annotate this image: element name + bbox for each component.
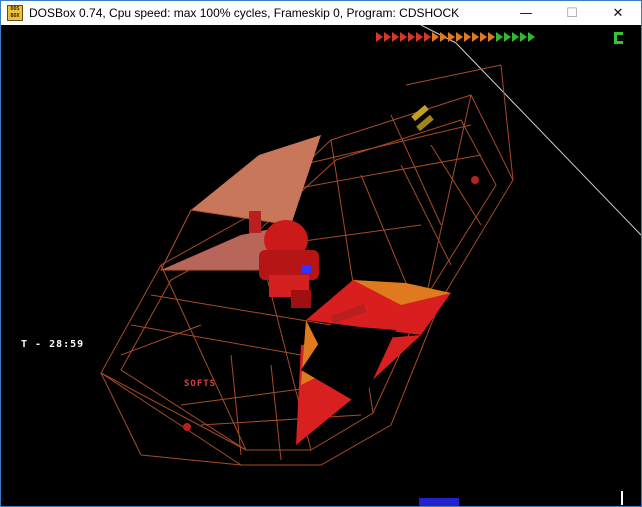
power-chevron [408,32,415,42]
power-chevron [496,32,503,42]
power-chevron [400,32,407,42]
maximize-button[interactable]: ☐ [549,1,595,25]
power-chevron [392,32,399,42]
window-title: DOSBox 0.74, Cpu speed: max 100% cycles,… [29,6,460,20]
dosbox-app-icon[interactable]: DOS BOX [7,5,23,21]
power-chevron [384,32,391,42]
player-car [259,220,319,308]
right-ramp [296,280,451,445]
power-chevron-bar [376,32,536,44]
title-bar[interactable]: DOS BOX DOSBox 0.74, Cpu speed: max 100%… [1,1,641,25]
power-chevron [512,32,519,42]
gear-indicator-icon [614,32,623,44]
power-chevron [432,32,439,42]
lap-timer: T - 28:59 [21,339,85,350]
race-scene [100,25,641,466]
game-viewport[interactable]: T - 28:59 SOFTS [1,25,641,506]
status-block [419,498,459,506]
power-chevron [528,32,535,42]
road-edge-lines [420,25,641,236]
power-chevron [504,32,511,42]
minimize-button[interactable]: — [503,1,549,25]
close-icon: ✕ [612,5,624,21]
softs-sign: SOFTS [184,379,217,389]
power-chevron [464,32,471,42]
dosbox-window: DOS BOX DOSBox 0.74, Cpu speed: max 100%… [0,0,642,507]
power-chevron [456,32,463,42]
minimize-icon: — [519,5,533,21]
power-chevron [440,32,447,42]
power-chevron [520,32,527,42]
power-chevron [472,32,479,42]
close-button[interactable]: ✕ [595,1,641,25]
power-chevron [488,32,495,42]
power-chevron [424,32,431,42]
maximize-icon: ☐ [566,5,578,21]
power-chevron [448,32,455,42]
cursor-marker [621,491,623,505]
power-chevron [480,32,487,42]
power-chevron [376,32,383,42]
power-chevron [416,32,423,42]
